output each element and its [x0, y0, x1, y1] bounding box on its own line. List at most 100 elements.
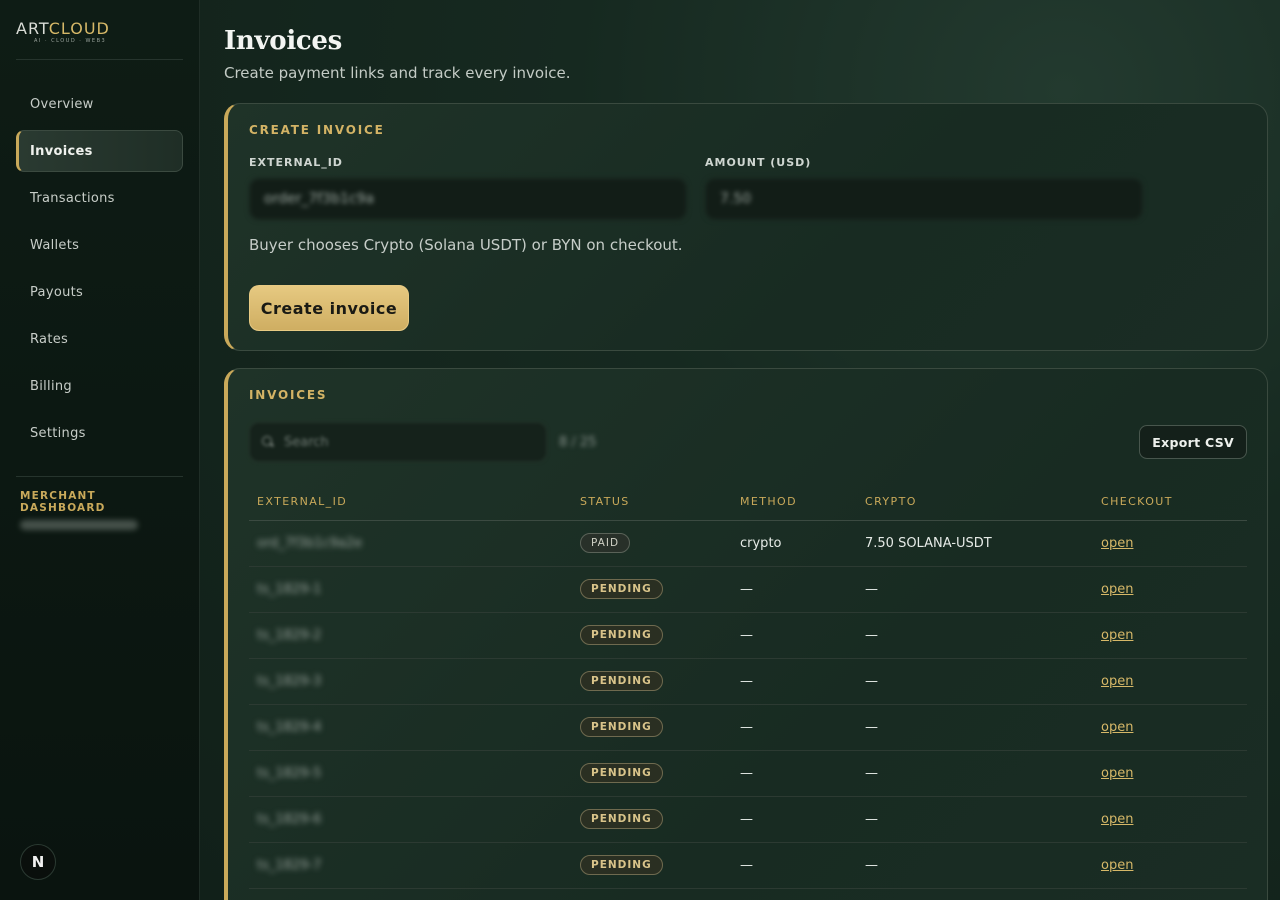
merchant-label: MERCHANT DASHBOARD [20, 490, 106, 514]
checkout-open-link[interactable]: open [1101, 628, 1133, 643]
n-badge-icon[interactable]: N [20, 844, 56, 880]
search-wrap: Search 8 / 25 [249, 422, 596, 462]
cell-crypto: — [857, 750, 1093, 797]
search-placeholder: Search [284, 434, 329, 450]
cell-crypto: — [857, 612, 1093, 659]
cell-crypto: — [857, 658, 1093, 705]
cell-checkout: open [1093, 842, 1247, 889]
cell-method: — [732, 704, 857, 751]
cell-status: PENDING [572, 842, 732, 889]
table-row[interactable]: ts_1829-4 PENDING — — open [249, 704, 1247, 751]
cell-status: PENDING [572, 612, 732, 659]
status-badge: PENDING [580, 717, 663, 737]
cell-status: PAID [572, 520, 732, 567]
external-id-value: ts_1829-1 [257, 581, 322, 597]
external-id-value: ts_1829-7 [257, 857, 322, 873]
invoices-toolbar: Search 8 / 25 Export CSV [249, 422, 1247, 462]
sidebar-item-overview[interactable]: Overview [16, 83, 183, 125]
export-csv-button[interactable]: Export CSV [1139, 425, 1247, 459]
create-invoice-title: CREATE INVOICE [249, 123, 385, 137]
invoices-card: INVOICES Search 8 / 25 Export CSV EXTERN… [224, 368, 1268, 900]
external-id-field: EXTERNAL_ID order_7f3b1c9a [249, 156, 687, 220]
column-crypto[interactable]: CRYPTO [857, 484, 1093, 521]
table-row[interactable]: ord_7f3b1c9a2e PAID crypto 7.50 SOLANA-USDT… [249, 520, 1247, 567]
checkout-open-link[interactable]: open [1101, 674, 1133, 689]
external-id-value: ts_1829-4 [257, 719, 322, 735]
amount-input[interactable]: 7.50 [705, 178, 1143, 220]
invoices-table-body: ord_7f3b1c9a2e PAID crypto 7.50 SOLANA-USDT… [249, 520, 1247, 889]
sidebar-item-transactions[interactable]: Transactions [16, 177, 183, 219]
amount-field: AMOUNT (USD) 7.50 [705, 156, 1143, 220]
checkout-open-link[interactable]: open [1101, 720, 1133, 735]
cell-method: — [732, 842, 857, 889]
cell-checkout: open [1093, 704, 1247, 751]
invoices-table: EXTERNAL_ID STATUS METHOD CRYPTO CHECKOU… [249, 484, 1247, 889]
cell-external-id: ts_1829-4 [249, 704, 572, 751]
checkout-open-link[interactable]: open [1101, 766, 1133, 781]
table-row[interactable]: ts_1829-1 PENDING — — open [249, 566, 1247, 613]
cell-checkout: open [1093, 750, 1247, 797]
cell-external-id: ts_1829-2 [249, 612, 572, 659]
cell-status: PENDING [572, 566, 732, 613]
external-id-value: ts_1829-5 [257, 765, 322, 781]
column-status[interactable]: STATUS [572, 484, 732, 521]
sidebar-item-payouts[interactable]: Payouts [16, 271, 183, 313]
cell-external-id: ts_1829-7 [249, 842, 572, 889]
merchant-email-redacted [20, 520, 138, 530]
cell-crypto: — [857, 842, 1093, 889]
create-form-row: EXTERNAL_ID order_7f3b1c9a AMOUNT (USD) … [249, 156, 1247, 220]
result-count: 8 / 25 [559, 434, 597, 450]
cell-method: — [732, 566, 857, 613]
cell-crypto: — [857, 704, 1093, 751]
table-header-row: EXTERNAL_ID STATUS METHOD CRYPTO CHECKOU… [249, 484, 1247, 521]
cell-external-id: ts_1829-3 [249, 658, 572, 705]
sidebar-item-settings[interactable]: Settings [16, 412, 183, 454]
table-row[interactable]: ts_1829-7 PENDING — — open [249, 842, 1247, 889]
cell-status: PENDING [572, 796, 732, 843]
checkout-open-link[interactable]: open [1101, 812, 1133, 827]
create-invoice-button[interactable]: Create invoice [249, 285, 409, 331]
cell-method: crypto [732, 520, 857, 567]
table-row[interactable]: ts_1829-5 PENDING — — open [249, 750, 1247, 797]
search-input[interactable]: Search [249, 422, 547, 462]
logo-wordmark: ARTCLOUD [16, 21, 183, 37]
cell-method: — [732, 612, 857, 659]
status-badge: PENDING [580, 763, 663, 783]
table-row[interactable]: ts_1829-2 PENDING — — open [249, 612, 1247, 659]
logo-tagline: AI · CLOUD · WEB3 [34, 38, 107, 44]
cell-checkout: open [1093, 658, 1247, 705]
sidebar-item-wallets[interactable]: Wallets [16, 224, 183, 266]
column-checkout[interactable]: CHECKOUT [1093, 484, 1247, 521]
cell-external-id: ts_1829-1 [249, 566, 572, 613]
status-badge: PENDING [580, 579, 663, 599]
checkout-open-link[interactable]: open [1101, 536, 1133, 551]
cell-crypto: 7.50 SOLANA-USDT [857, 520, 1093, 567]
sidebar-item-billing[interactable]: Billing [16, 365, 183, 407]
checkout-open-link[interactable]: open [1101, 858, 1133, 873]
status-badge: PENDING [580, 855, 663, 875]
cell-status: PENDING [572, 750, 732, 797]
external-id-input[interactable]: order_7f3b1c9a [249, 178, 687, 220]
brand-logo[interactable]: ARTCLOUD AI · CLOUD · WEB3 [16, 0, 183, 60]
search-icon [262, 436, 274, 448]
table-row[interactable]: ts_1829-3 PENDING — — open [249, 658, 1247, 705]
sidebar: ARTCLOUD AI · CLOUD · WEB3 Overview Invo… [0, 0, 200, 900]
sidebar-item-invoices[interactable]: Invoices [16, 130, 183, 172]
column-method[interactable]: METHOD [732, 484, 857, 521]
table-row[interactable]: ts_1829-6 PENDING — — open [249, 796, 1247, 843]
logo-art: ART [16, 19, 49, 38]
cell-external-id: ts_1829-6 [249, 796, 572, 843]
sidebar-item-rates[interactable]: Rates [16, 318, 183, 360]
cell-method: — [732, 658, 857, 705]
checkout-open-link[interactable]: open [1101, 582, 1133, 597]
checkout-hint: Buyer chooses Crypto (Solana USDT) or BY… [249, 236, 683, 254]
invoices-title: INVOICES [249, 388, 328, 402]
sidebar-nav: Overview Invoices Transactions Wallets P… [16, 83, 183, 454]
cell-crypto: — [857, 566, 1093, 613]
status-badge: PAID [580, 533, 631, 553]
logo-cloud: CLOUD [48, 19, 110, 38]
status-badge: PENDING [580, 809, 663, 829]
column-external-id[interactable]: EXTERNAL_ID [249, 484, 572, 521]
external-id-value: ord_7f3b1c9a2e [257, 535, 363, 551]
cell-method: — [732, 796, 857, 843]
